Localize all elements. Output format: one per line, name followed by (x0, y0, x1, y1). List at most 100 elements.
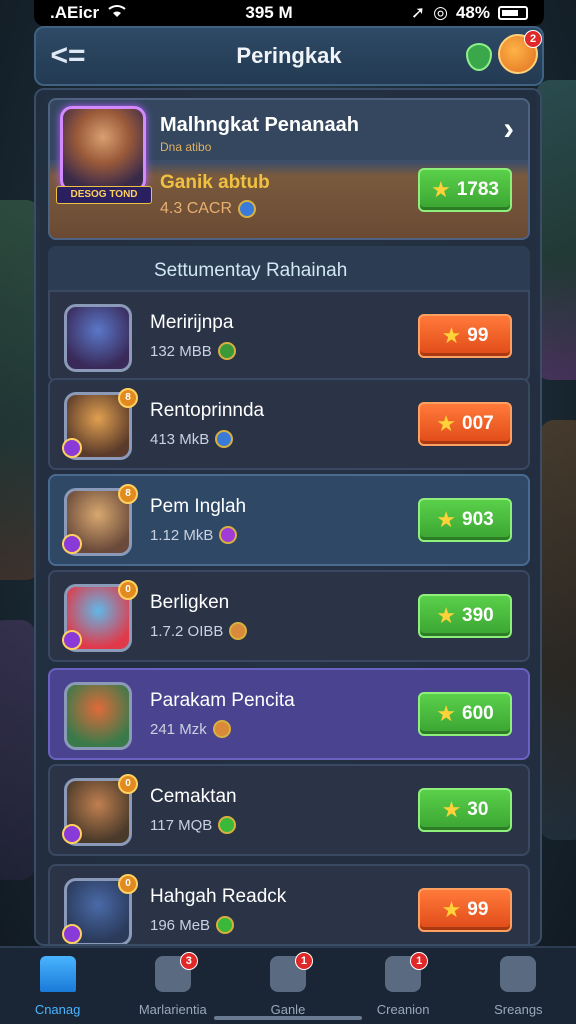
score-button[interactable]: ★ 903 (418, 498, 512, 542)
table-row[interactable]: 8 Pem Inglah 1.12 MkB ★ 903 (48, 474, 530, 566)
player-size-row: 196 MeB (150, 916, 235, 934)
star-icon: ★ (441, 897, 462, 922)
rank-badge: 0 (118, 580, 138, 600)
class-badge-icon (62, 438, 82, 458)
chevron-right-icon[interactable]: › (503, 110, 514, 147)
notification-badge: 1 (294, 952, 313, 970)
score-button[interactable]: ★ 007 (418, 402, 512, 446)
player-size-row: 241 Mzk (150, 720, 231, 738)
clock: 395 M (245, 3, 293, 22)
nav-item-gamepad[interactable]: 1 Creanion (348, 952, 458, 1017)
score-button[interactable]: ★ 600 (418, 692, 512, 736)
featured-size-row: 4.3 CACR (160, 200, 257, 218)
player-size: 241 Mzk (150, 720, 207, 738)
leaderboard-panel: DESOG TOND Malhngkat Penanaah Dna atibo … (34, 88, 542, 946)
score-button[interactable]: ★ 390 (418, 594, 512, 638)
nav-item-user[interactable]: Sreangs (463, 956, 573, 1017)
back-button[interactable]: <= (44, 38, 92, 74)
nav-label: Ganle (270, 1002, 306, 1017)
nav-label: Creanion (376, 1002, 430, 1017)
featured-size: 4.3 CACR (160, 200, 233, 217)
player-avatar (64, 304, 132, 372)
wifi-icon (107, 3, 127, 23)
player-size-row: 413 MkB (150, 430, 234, 448)
header-bar: <= Peringkak 2 (34, 26, 544, 86)
player-name: Cemaktan (150, 786, 237, 807)
featured-title: Malhngkat Penanaah (160, 114, 359, 136)
player-size: 132 MBB (150, 342, 212, 360)
nav-item-profile[interactable]: 3 Marlarientia (118, 952, 228, 1017)
player-size: 413 MkB (150, 430, 210, 448)
nav-item-envelope[interactable]: 1 Ganle (233, 952, 343, 1017)
background-decoration-right-lower (540, 420, 576, 840)
user-icon (500, 956, 537, 992)
table-row[interactable]: 0 Hahgah Readck 196 MeB ★ 99 (48, 864, 530, 944)
class-badge-icon (62, 630, 82, 650)
score-value: 390 (462, 605, 494, 626)
battery-percent: 48% (455, 3, 490, 22)
star-icon: ★ (436, 603, 457, 628)
home-indicator (214, 1016, 362, 1020)
gem-icon (212, 720, 231, 738)
featured-score: 1783 (456, 179, 499, 200)
score-value: 99 (467, 325, 489, 346)
player-size: 196 MeB (150, 916, 211, 934)
status-bar: .AEicr 395 M ➚ ◎ 48% (34, 0, 544, 26)
table-row[interactable]: Meririjnpa 132 MBB ★ 99 (48, 290, 530, 382)
carrier-label: .AEicr (50, 3, 100, 22)
player-name: Parakam Pencita (150, 690, 295, 711)
notification-badge: 3 (179, 952, 198, 970)
score-button[interactable]: ★ 99 (418, 314, 512, 358)
star-icon: ★ (436, 701, 457, 726)
star-icon: ★ (441, 797, 462, 822)
star-icon: ★ (436, 507, 457, 532)
nav-label: Sreangs (494, 1002, 543, 1017)
gem-icon (219, 526, 238, 544)
player-size-row: 132 MBB (150, 342, 236, 360)
player-name: Rentoprinnda (150, 400, 265, 421)
class-badge-icon (62, 534, 82, 554)
rank-badge: 0 (118, 874, 138, 894)
profile-avatar-button[interactable]: 2 (498, 30, 542, 74)
player-size: 117 MQB (150, 816, 213, 834)
score-value: 903 (462, 509, 494, 530)
featured-entry[interactable]: DESOG TOND Malhngkat Penanaah Dna atibo … (48, 98, 530, 240)
nav-label: Cnanag (34, 1002, 81, 1017)
nav-item-home[interactable]: Cnanag (3, 956, 113, 1017)
player-name: Pem Inglah (150, 496, 247, 517)
class-badge-icon (62, 924, 82, 944)
featured-score-button[interactable]: ★ 1783 (418, 168, 512, 212)
table-row[interactable]: 0 Berligken 1.7.2 OIBB ★ 390 (48, 570, 530, 662)
score-button[interactable]: ★ 99 (418, 888, 512, 932)
player-size: 1.7.2 OIBB (150, 622, 224, 640)
gem-icon (238, 200, 257, 218)
gem-icon (229, 622, 248, 640)
home-icon (39, 956, 76, 992)
score-value: 30 (467, 799, 489, 820)
player-name: Berligken (150, 592, 230, 613)
player-size-row: 117 MQB (150, 816, 237, 834)
rank-badge: 8 (118, 484, 138, 504)
background-decoration-left-lower (0, 620, 35, 880)
star-icon: ★ (430, 177, 451, 202)
featured-avatar (60, 106, 146, 192)
star-icon: ★ (436, 411, 457, 436)
table-row[interactable]: 0 Cemaktan 117 MQB ★ 30 (48, 764, 530, 856)
table-row[interactable]: Parakam Pencita 241 Mzk ★ 600 (48, 668, 530, 760)
gem-icon (217, 342, 236, 360)
score-value: 007 (462, 413, 494, 434)
shield-icon[interactable] (466, 43, 492, 71)
featured-name: Ganik abtub (160, 172, 270, 193)
notification-badge: 1 (410, 952, 429, 970)
score-button[interactable]: ★ 30 (418, 788, 512, 832)
gem-icon (215, 430, 234, 448)
score-value: 600 (462, 703, 494, 724)
class-badge-icon (62, 824, 82, 844)
player-name: Hahgah Readck (150, 886, 287, 907)
table-row[interactable]: 8 Rentoprinnda 413 MkB ★ 007 (48, 378, 530, 470)
player-size-row: 1.7.2 OIBB (150, 622, 248, 640)
player-avatar (64, 682, 132, 750)
featured-subtitle: Dna atibo (160, 140, 212, 154)
battery-icon (497, 6, 528, 20)
location-icon: ➚ (410, 3, 426, 22)
